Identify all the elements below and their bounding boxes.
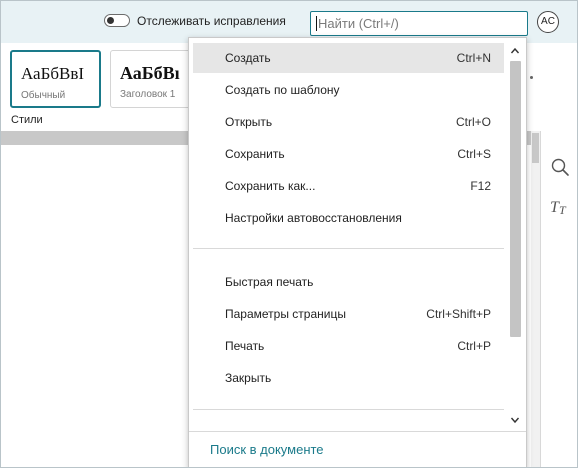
user-avatar[interactable]: AC xyxy=(537,11,559,33)
menu-item-label: Печать xyxy=(225,339,265,353)
app-window: Отслеживать исправления AC АаБбВвІ Обычн… xyxy=(0,0,578,468)
menu-item-label: Параметры страницы xyxy=(225,307,346,321)
menu-item-shortcut: Ctrl+P xyxy=(457,339,491,353)
menu-item-open[interactable]: Открыть Ctrl+O xyxy=(193,107,504,137)
search-icon[interactable] xyxy=(550,157,570,177)
menu-item-autorecovery-settings[interactable]: Настройки автовосстановления xyxy=(193,203,504,233)
menu-item-label: Создать xyxy=(225,51,271,65)
menu-item-label: Настройки автовосстановления xyxy=(225,211,402,225)
search-box[interactable] xyxy=(310,11,528,36)
svg-text:T: T xyxy=(559,203,567,217)
style-sample: АаБбВı xyxy=(120,63,180,83)
file-menu-dropdown: Создать Ctrl+N Создать по шаблону Открыт… xyxy=(188,37,527,467)
menu-scrollbar[interactable] xyxy=(508,41,522,430)
track-changes-toggle[interactable] xyxy=(104,14,130,27)
menu-item-shortcut: Ctrl+S xyxy=(457,147,491,161)
menu-item-shortcut: Ctrl+Shift+P xyxy=(426,307,491,321)
style-name: Заголовок 1 xyxy=(120,89,176,100)
menu-item-quick-print[interactable]: Быстрая печать xyxy=(193,267,504,297)
search-input[interactable] xyxy=(318,14,518,33)
chevron-up-icon[interactable] xyxy=(510,45,520,55)
styles-group-label: Стили xyxy=(11,114,43,126)
menu-item-print[interactable]: Печать Ctrl+P xyxy=(193,331,504,361)
menu-scrollbar-thumb[interactable] xyxy=(510,61,521,337)
style-sample: АаБбВвІ xyxy=(21,64,85,83)
menu-footer: Поиск в документе xyxy=(189,431,526,467)
menu-item-label: Быстрая печать xyxy=(225,275,314,289)
search-in-document-link[interactable]: Поиск в документе xyxy=(210,442,324,457)
menu-item-shortcut: F12 xyxy=(470,179,491,193)
menu-item-shortcut: Ctrl+O xyxy=(455,115,491,129)
menu-item-label: Сохранить xyxy=(225,147,285,161)
right-sidebar: T T xyxy=(540,131,577,467)
document-scrollbar-thumb[interactable] xyxy=(532,133,539,163)
menu-item-shortcut: Ctrl+N xyxy=(456,51,491,65)
menu-item-save-as[interactable]: Сохранить как... F12 xyxy=(193,171,504,201)
toggle-knob xyxy=(107,17,114,24)
menu-item-create[interactable]: Создать Ctrl+N xyxy=(193,43,504,73)
style-card-normal[interactable]: АаБбВвІ Обычный xyxy=(10,50,101,108)
style-name: Обычный xyxy=(21,90,66,101)
document-scrollbar[interactable] xyxy=(531,131,540,467)
menu-item-label: Закрыть xyxy=(225,371,272,385)
menu-item-label: Открыть xyxy=(225,115,273,129)
more-dot-icon xyxy=(530,76,533,79)
chevron-down-icon[interactable] xyxy=(510,414,520,424)
menu-item-label: Сохранить как... xyxy=(225,179,316,193)
menu-item-close[interactable]: Закрыть xyxy=(193,363,504,393)
menu-item-save[interactable]: Сохранить Ctrl+S xyxy=(193,139,504,169)
menu-item-create-from-template[interactable]: Создать по шаблону xyxy=(193,75,504,105)
track-changes-label[interactable]: Отслеживать исправления xyxy=(137,14,286,28)
menu-item-page-setup[interactable]: Параметры страницы Ctrl+Shift+P xyxy=(193,299,504,329)
text-style-icon[interactable]: T T xyxy=(550,197,570,217)
menu-item-label: Создать по шаблону xyxy=(225,83,340,97)
menu-separator xyxy=(193,409,504,410)
menu-separator xyxy=(193,248,504,249)
text-caret xyxy=(316,16,317,31)
